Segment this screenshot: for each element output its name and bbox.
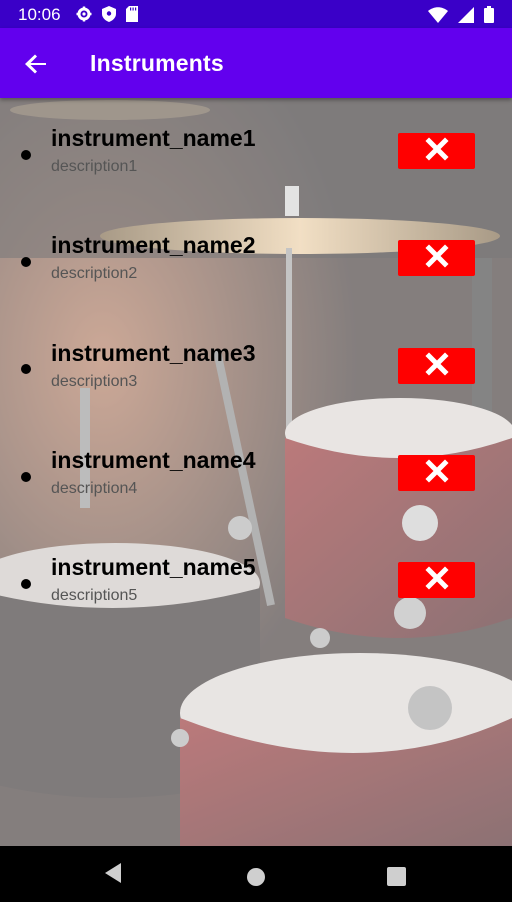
close-icon [424,351,449,381]
page-title: Instruments [90,50,224,76]
home-icon[interactable] [246,867,266,892]
delete-button[interactable] [398,133,475,169]
status-time: 10:06 [18,5,61,24]
navigation-bar [0,846,512,902]
instrument-name: instrument_name4 [51,447,256,473]
gear-icon [76,6,92,27]
list-item: instrument_name1 description1 [0,98,512,198]
close-icon [424,243,449,273]
instrument-name: instrument_name5 [51,554,256,580]
instrument-description: description5 [51,587,138,604]
back-icon[interactable] [103,862,123,889]
app-bar: Instruments [0,28,512,98]
instrument-description: description3 [51,373,138,390]
signal-icon [458,6,474,28]
wifi-icon [428,6,448,28]
recents-icon[interactable] [387,867,406,891]
instrument-description: description2 [51,265,138,282]
close-icon [424,565,449,595]
close-icon [424,458,449,488]
shield-icon [102,6,116,27]
delete-button[interactable] [398,562,475,598]
delete-button[interactable] [398,240,475,276]
list-bullet [21,150,31,160]
close-icon [424,136,449,166]
sd-card-icon [126,6,138,27]
battery-icon [484,6,494,28]
instrument-name: instrument_name2 [51,232,256,258]
instrument-description: description1 [51,158,138,175]
status-bar: 10:06 [0,0,512,28]
instrument-list-screen: instrument_name1 description1 instrument… [0,98,512,846]
list-bullet [21,257,31,267]
delete-button[interactable] [398,348,475,384]
list-item: instrument_name4 description4 [0,420,512,520]
back-arrow-icon[interactable] [22,50,50,78]
instrument-name: instrument_name3 [51,340,256,366]
list-item: instrument_name3 description3 [0,313,512,413]
list-bullet [21,472,31,482]
delete-button[interactable] [398,455,475,491]
list-item: instrument_name5 description5 [0,527,512,627]
instrument-description: description4 [51,480,138,497]
list-item: instrument_name2 description2 [0,205,512,305]
list-bullet [21,579,31,589]
list-bullet [21,364,31,374]
instrument-name: instrument_name1 [51,125,256,151]
